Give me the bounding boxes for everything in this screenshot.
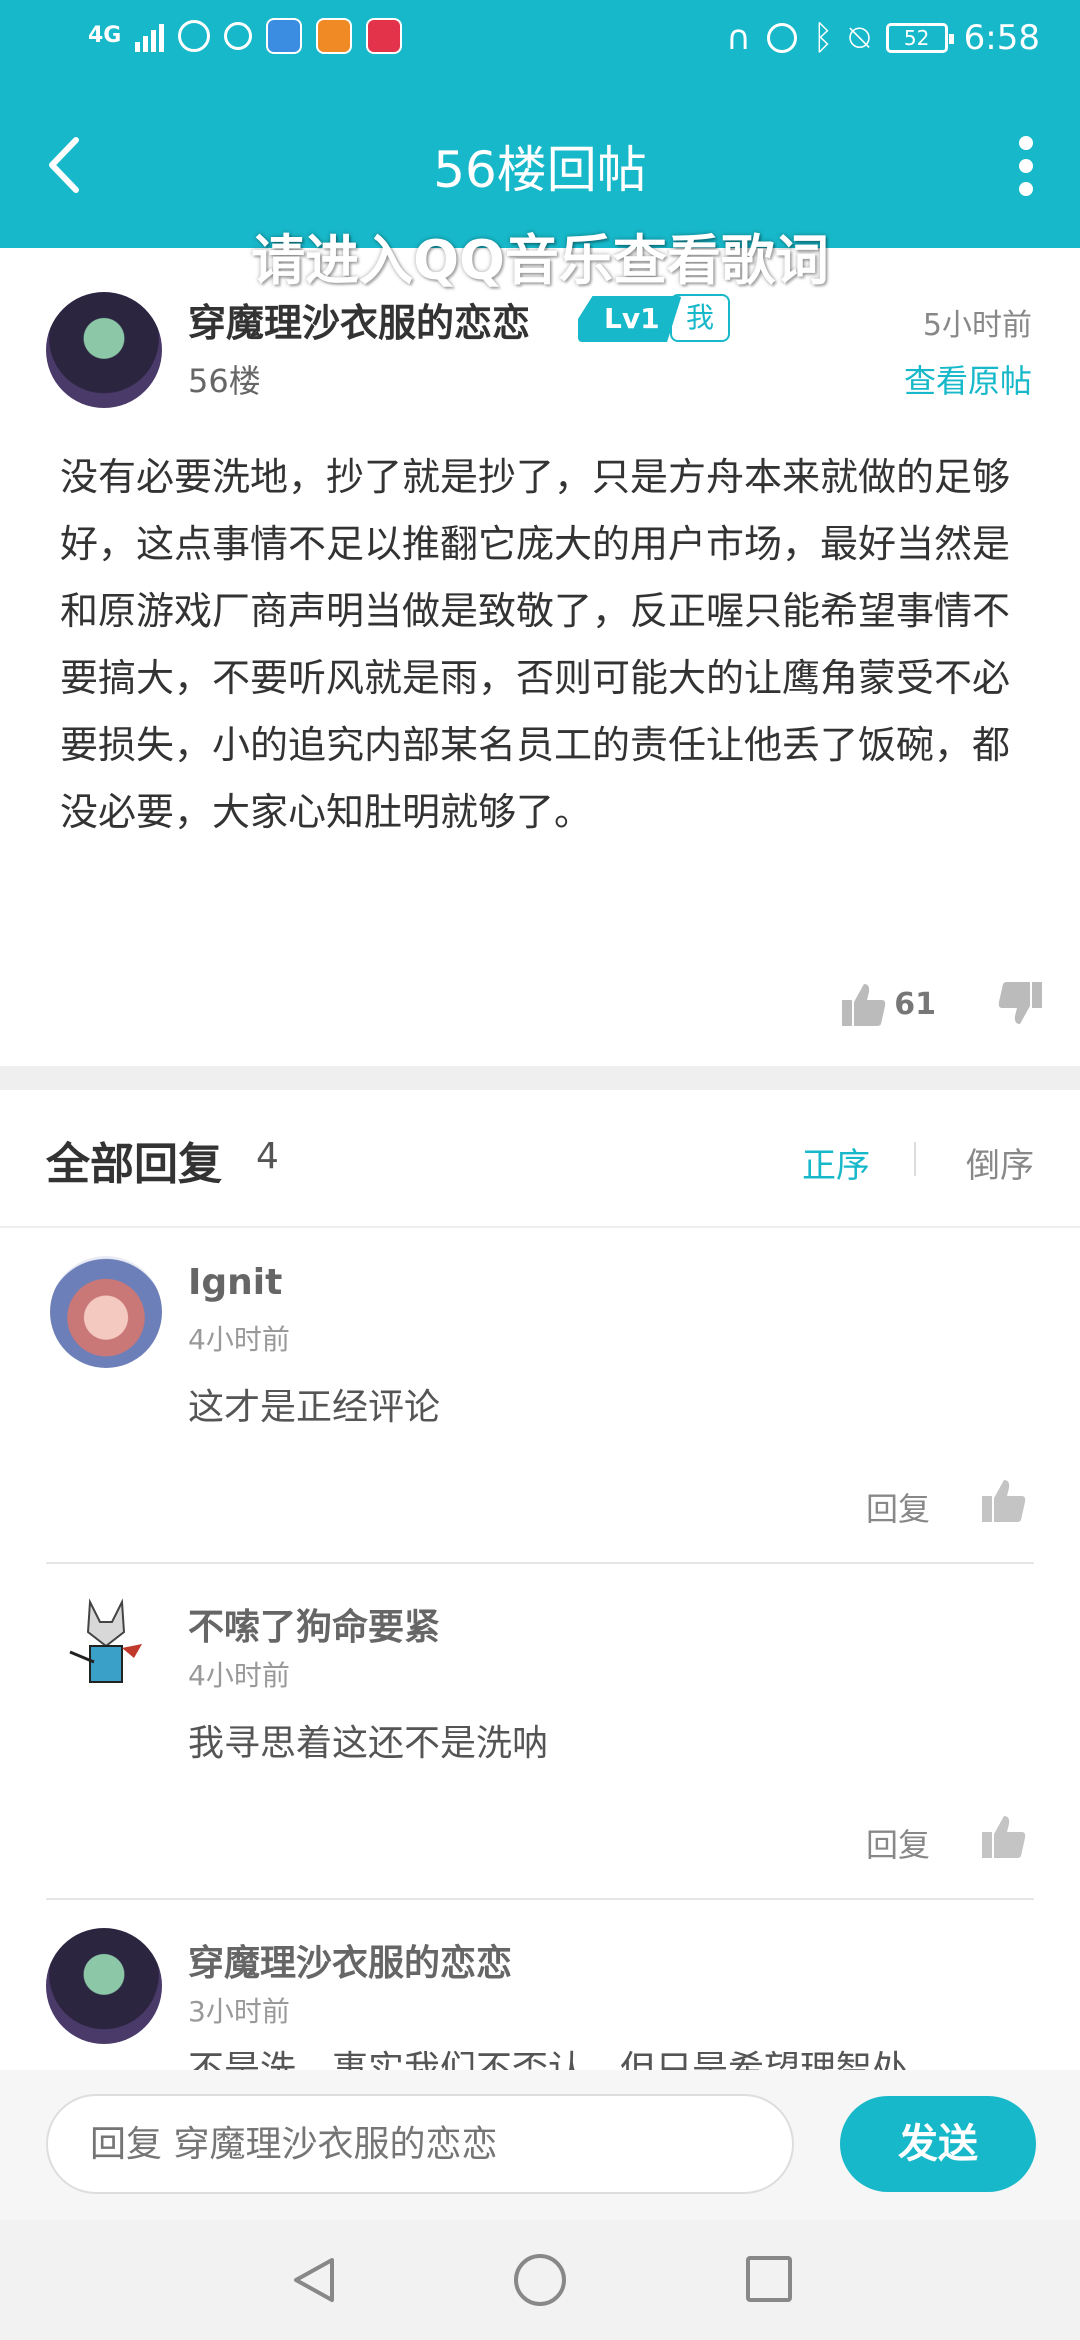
qq-music-icon [366, 18, 403, 54]
reply-text: 我寻思着这还不是洗呐 [188, 1723, 549, 1764]
network-type: 4G [88, 23, 122, 48]
wolf-avatar-icon [69, 1598, 142, 1683]
like-count: 61 [894, 986, 936, 1022]
reply-username[interactable]: 穿魔理沙衣服的恋恋 [188, 1934, 512, 1986]
status-bar: 4G ∩ ᛒ ⍉ 52 6:58 [0, 0, 1080, 80]
browser-icon [266, 18, 303, 54]
battery-level: 52 [903, 26, 930, 50]
sort-descending-button[interactable]: 倒序 [966, 1138, 1034, 1187]
divider [0, 1226, 1080, 1228]
battery-icon: 52 [885, 23, 954, 53]
send-button[interactable]: 发送 [840, 2096, 1036, 2192]
reply-time: 4小时前 [188, 1659, 290, 1692]
reply-time: 3小时前 [188, 1995, 290, 2028]
divider [46, 1562, 1034, 1564]
lyric-overlay: 请进入QQ音乐查看歌词 [251, 229, 829, 292]
thumbs-down-icon[interactable] [996, 980, 1044, 1028]
reply-text: 这才是正经评论 [188, 1387, 441, 1428]
reply-time: 4小时前 [188, 1323, 290, 1356]
section-divider [0, 1066, 1080, 1090]
reply-text: 不是洗，事实我们不否认，但只是希望理智处 [188, 2049, 909, 2070]
mute-icon: ⍉ [849, 18, 870, 58]
reply-count: 4 [256, 1136, 279, 1177]
floor-number: 56楼 [188, 362, 261, 400]
level-badge: Lv1 [578, 296, 682, 342]
bluetooth-icon: ᛒ [812, 18, 834, 58]
more-menu-icon[interactable] [1016, 136, 1036, 196]
clock: 6:58 [963, 18, 1040, 58]
weibo-icon [316, 18, 353, 54]
signal-icon [135, 20, 165, 52]
post-username[interactable]: 穿魔理沙衣服的恋恋 [188, 292, 530, 347]
thumbs-up-icon[interactable] [980, 1476, 1028, 1524]
reply-username[interactable]: 不嗦了狗命要紧 [188, 1598, 440, 1650]
thumbs-up-icon[interactable] [980, 1812, 1028, 1860]
page-title: 56楼回帖 [433, 141, 647, 199]
all-replies-heading: 全部回复 [46, 1139, 222, 1190]
avatar[interactable] [50, 1592, 162, 1704]
avatar[interactable] [50, 1256, 162, 1368]
reply-button[interactable]: 回复 [866, 1484, 930, 1530]
timer-icon [224, 22, 253, 50]
me-badge: 我 [670, 294, 730, 342]
avatar[interactable] [46, 1928, 162, 2044]
sort-separator [914, 1142, 916, 1176]
reply-input[interactable] [46, 2094, 794, 2194]
thumbs-up-icon [842, 984, 886, 1026]
post-time: 5小时前 [922, 308, 1032, 343]
nav-recents-icon[interactable] [746, 2256, 792, 2302]
divider [46, 1898, 1034, 1900]
post-actions: 61 [840, 980, 1044, 1028]
post-body: 没有必要洗地，抄了就是抄了，只是方舟本来就做的足够好，这点事情不足以推翻它庞大的… [60, 455, 1011, 834]
reply-button[interactable]: 回复 [866, 1820, 930, 1866]
nav-back-icon[interactable] [288, 2254, 340, 2306]
globe-icon [178, 20, 211, 52]
avatar[interactable] [46, 292, 162, 408]
nav-home-icon[interactable] [514, 2254, 566, 2306]
view-original-link[interactable]: 查看原帖 [904, 356, 1032, 402]
sort-ascending-button[interactable]: 正序 [802, 1138, 870, 1187]
alarm-icon [766, 23, 797, 53]
like-button[interactable]: 61 [840, 980, 936, 1028]
reply-username[interactable]: Ignit [188, 1262, 282, 1303]
headset-icon: ∩ [725, 18, 751, 58]
